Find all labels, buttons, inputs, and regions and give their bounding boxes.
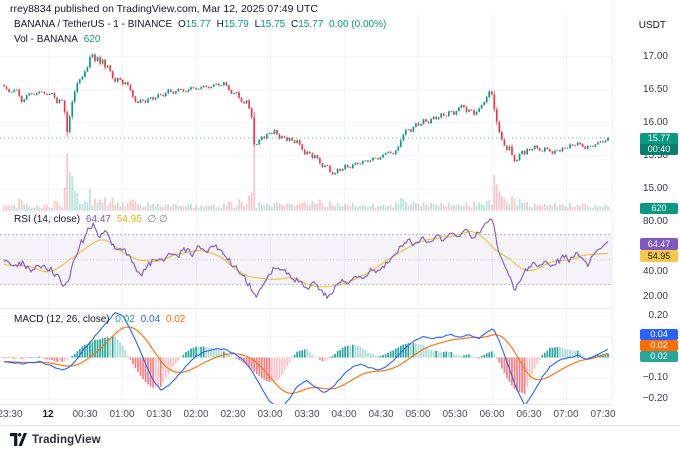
rsi-pane-canvas[interactable] — [0, 211, 612, 308]
pane-separator[interactable] — [0, 210, 680, 211]
macd-hist-value: 0.02 — [115, 314, 134, 325]
volume-value: 620 — [84, 34, 101, 45]
axis-tick-label: −0.20 — [643, 394, 668, 404]
rsi-ma-value: 54.95 — [117, 214, 142, 225]
time-axis-label: 04:30 — [368, 409, 393, 420]
macd-hist-badge: 0.02 — [640, 351, 678, 362]
tradingview-published-chart: rrey8834 published on TradingView.com, M… — [0, 0, 680, 453]
close-value: 15.77 — [298, 19, 323, 30]
high-value: 15.79 — [224, 19, 249, 30]
pane-separator[interactable] — [0, 308, 680, 309]
axis-tick-label: 16.00 — [643, 118, 668, 128]
volume-label: Vol - BANANA — [14, 34, 78, 45]
macd-label: MACD (12, 26, close) — [14, 314, 110, 325]
macd-line-value: 0.04 — [141, 314, 160, 325]
rsi-value: 64.47 — [86, 214, 111, 225]
time-axis-label: 03:00 — [257, 409, 282, 420]
time-axis-label: 02:30 — [220, 409, 245, 420]
high-label: H — [217, 19, 224, 30]
footer-bar: TradingView — [0, 425, 680, 453]
symbol-legend[interactable]: BANANA / TetherUS - 1 - BINANCE O15.77 H… — [14, 19, 389, 30]
symbol-title: BANANA / TetherUS - 1 - BINANCE — [14, 19, 172, 30]
rsi-legend[interactable]: RSI (14, close) 64.47 54.95 ∅ ∅ — [14, 214, 171, 225]
macd-legend[interactable]: MACD (12, 26, close) 0.02 0.04 0.02 — [14, 314, 188, 325]
change-value: 0.00 (0.00%) — [329, 19, 386, 30]
time-axis-label: 05:00 — [405, 409, 430, 420]
time-axis-label: 07:30 — [590, 409, 615, 420]
axis-tick-label: 20.00 — [643, 292, 668, 302]
axis-tick-label: 15.00 — [643, 184, 668, 194]
bar-countdown: 00:40 — [640, 144, 678, 155]
axis-tick-label: 0.20 — [649, 311, 668, 321]
time-scale[interactable]: 23:30 12 00:30 01:00 01:30 02:00 02:30 03:00 03:… — [0, 405, 680, 425]
axis-tick-label: 17.00 — [643, 52, 668, 62]
macd-line-badge: 0.04 — [640, 329, 678, 340]
last-price-badge: 15.77 00:40 — [640, 133, 678, 155]
time-axis-label: 02:00 — [183, 409, 208, 420]
rsi-hidden-values: ∅ ∅ — [148, 214, 168, 225]
low-value: 15.75 — [260, 19, 285, 30]
last-price-value: 15.77 — [640, 133, 678, 144]
time-axis-label: 01:00 — [109, 409, 134, 420]
open-label: O — [178, 19, 186, 30]
time-axis-label: 05:30 — [442, 409, 467, 420]
macd-signal-value: 0.02 — [166, 314, 185, 325]
axis-tick-label: −0.10 — [643, 373, 668, 383]
volume-badge: 620 — [640, 203, 678, 214]
currency-label: USDT — [639, 20, 666, 31]
macd-signal-badge: 0.02 — [640, 340, 678, 351]
rsi-badge: 64.47 — [640, 238, 678, 250]
tradingview-icon — [10, 433, 27, 446]
rsi-label: RSI (14, close) — [14, 214, 80, 225]
brand-name: TradingView — [32, 434, 101, 446]
time-axis-label: 07:00 — [553, 409, 578, 420]
axis-tick-label: 80.00 — [643, 217, 668, 227]
rsi-ma-badge: 54.95 — [640, 250, 678, 262]
time-axis-label: 23:30 — [0, 409, 23, 420]
time-axis-label: 03:30 — [294, 409, 319, 420]
time-axis-label: 00:30 — [72, 409, 97, 420]
axis-tick-label: 16.50 — [643, 85, 668, 95]
time-axis-label: 12 — [42, 409, 53, 420]
time-axis-label: 06:00 — [479, 409, 504, 420]
tradingview-logo[interactable]: TradingView — [10, 433, 101, 446]
volume-legend[interactable]: Vol - BANANA 620 — [14, 34, 103, 45]
time-axis-label: 01:30 — [146, 409, 171, 420]
axis-tick-label: 40.00 — [643, 267, 668, 277]
time-axis-label: 06:30 — [516, 409, 541, 420]
time-axis-label: 04:00 — [331, 409, 356, 420]
open-value: 15.77 — [186, 19, 211, 30]
